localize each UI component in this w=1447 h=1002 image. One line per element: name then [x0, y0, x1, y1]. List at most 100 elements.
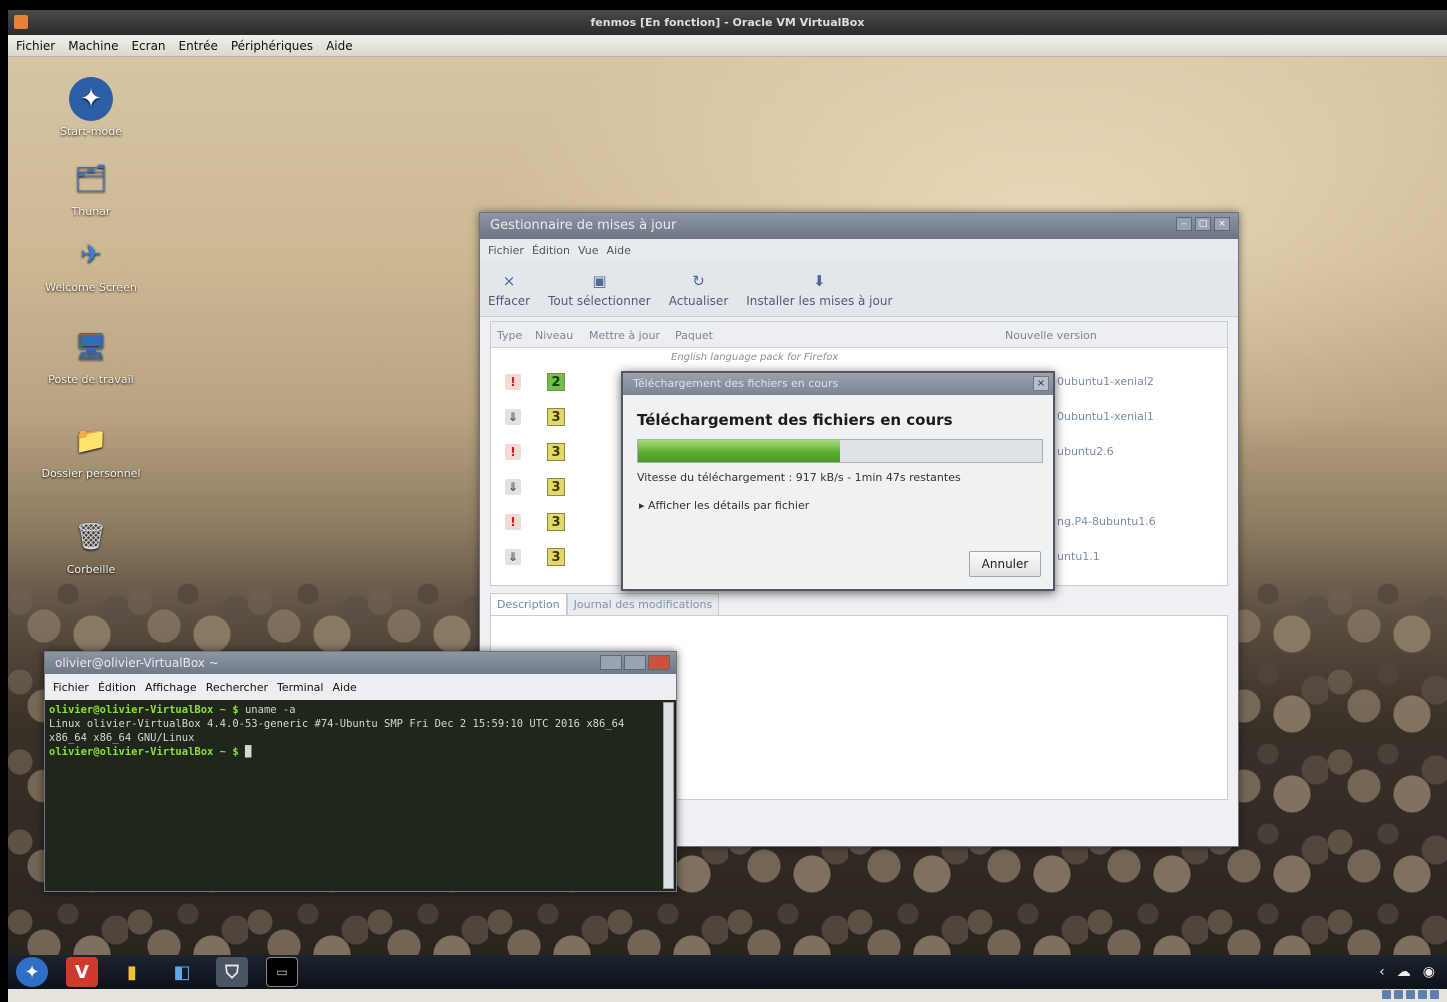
- cloud-icon[interactable]: ☁: [1397, 964, 1411, 980]
- clear-button[interactable]: × Effacer: [488, 272, 530, 308]
- download-dialog: Téléchargement des fichiers en cours × T…: [621, 371, 1055, 591]
- download-progress-fill: [638, 440, 840, 462]
- term-menu-affichage[interactable]: Affichage: [145, 681, 197, 694]
- terminal-titlebar: olivier@olivier-VirtualBox ~: [45, 652, 676, 674]
- desktop-icon-thunar[interactable]: 🗂 Thunar: [36, 157, 146, 218]
- terminal-icon[interactable]: ▭: [266, 957, 298, 987]
- download-dialog-titlebar: Téléchargement des fichiers en cours: [623, 373, 1053, 395]
- close-button[interactable]: ×: [1214, 217, 1230, 231]
- menu-fichier[interactable]: Fichier: [16, 39, 55, 53]
- refresh-button[interactable]: ↻ Actualiser: [669, 272, 729, 308]
- notes-icon[interactable]: ▮: [116, 957, 148, 987]
- upd-menu-fichier[interactable]: Fichier: [488, 244, 524, 257]
- install-icon: ⬇: [813, 272, 826, 290]
- update-manager-menubar: Fichier Édition Vue Aide: [480, 239, 1238, 261]
- hdd-status-icon[interactable]: [1382, 990, 1391, 999]
- show-file-details-expander[interactable]: ▸ Afficher les détails par fichier: [639, 499, 809, 512]
- optical-status-icon[interactable]: [1394, 990, 1403, 999]
- vivaldi-icon[interactable]: V: [66, 957, 98, 987]
- new-version: 0ubuntu1-xenial1: [1057, 410, 1154, 423]
- virtualbox-icon: [14, 15, 28, 29]
- new-version: ubuntu2.6: [1057, 445, 1114, 458]
- security-update-icon: !: [505, 444, 521, 460]
- system-tray: ‹ ☁ ◉: [1379, 955, 1435, 989]
- terminal-cursor: █: [244, 746, 252, 758]
- trash-icon: 🗑: [74, 522, 108, 552]
- vbox-titlebar: fenmos [En fonction] - Oracle VM Virtual…: [8, 10, 1447, 35]
- term-menu-rechercher[interactable]: Rechercher: [206, 681, 268, 694]
- terminal-window: olivier@olivier-VirtualBox ~ Fichier Édi…: [44, 651, 677, 892]
- bugfix-update-icon: ⇓: [505, 479, 521, 495]
- select-all-icon: ▣: [592, 272, 607, 290]
- cancel-button[interactable]: Annuler: [969, 551, 1041, 577]
- new-version: ng.P4-8ubuntu1.6: [1057, 515, 1156, 528]
- col-level[interactable]: Niveau: [535, 329, 573, 342]
- desktop-icon-home[interactable]: 📁 Dossier personnel: [36, 419, 146, 480]
- maximize-button[interactable]: □: [1195, 217, 1211, 231]
- col-new-version[interactable]: Nouvelle version: [1005, 329, 1097, 342]
- shield-icon[interactable]: ⛉: [216, 957, 248, 987]
- term-menu-terminal[interactable]: Terminal: [277, 681, 324, 694]
- download-heading: Téléchargement des fichiers en cours: [637, 411, 953, 429]
- desktop-icon-trash[interactable]: 🗑 Corbeille: [36, 515, 146, 576]
- update-manager-toolbar: × Effacer ▣ Tout sélectionner ↻ Actualis…: [480, 261, 1238, 317]
- menu-ecran[interactable]: Ecran: [131, 39, 165, 53]
- tab-changelog[interactable]: Journal des modifications: [566, 593, 720, 615]
- term-menu-edition[interactable]: Édition: [98, 681, 136, 694]
- store-icon[interactable]: ◧: [166, 957, 198, 987]
- network-status-icon[interactable]: [1406, 990, 1415, 999]
- update-manager-titlebar: Gestionnaire de mises à jour – □ ×: [480, 213, 1238, 239]
- clear-icon: ×: [502, 272, 516, 290]
- vbox-window-title: fenmos [En fonction] - Oracle VM Virtual…: [590, 16, 865, 29]
- terminal-close-button[interactable]: [648, 655, 670, 670]
- new-version: 0ubuntu1-xenial2: [1057, 375, 1154, 388]
- refresh-icon: ↻: [692, 272, 705, 290]
- desktop-icon-computer[interactable]: 🖥 Poste de travail: [36, 325, 146, 386]
- display-status-icon[interactable]: [1430, 990, 1439, 999]
- bugfix-update-icon: ⇓: [505, 549, 521, 565]
- desktop-icon-start[interactable]: ✦ Start-mode: [36, 77, 146, 138]
- dialog-close-button[interactable]: ×: [1033, 376, 1049, 391]
- menu-entree[interactable]: Entrée: [179, 39, 218, 53]
- terminal-command: uname -a: [238, 704, 296, 716]
- term-menu-aide[interactable]: Aide: [332, 681, 356, 694]
- level-badge: 3: [547, 513, 565, 531]
- terminal-scrollbar[interactable]: [663, 702, 674, 889]
- col-package[interactable]: Paquet: [675, 329, 713, 342]
- terminal-prompt: olivier@olivier-VirtualBox ~ $: [49, 704, 239, 716]
- tab-description[interactable]: Description: [490, 593, 567, 615]
- start-icon: ✦: [69, 77, 113, 121]
- computer-icon: 🖥: [74, 332, 108, 362]
- chevron-left-icon[interactable]: ‹: [1379, 964, 1385, 980]
- level-badge: 3: [547, 548, 565, 566]
- level-badge: 3: [547, 443, 565, 461]
- updates-icon[interactable]: ◉: [1423, 964, 1435, 980]
- vbox-menubar: Fichier Machine Ecran Entrée Périphériqu…: [8, 35, 1447, 57]
- menu-aide[interactable]: Aide: [326, 39, 353, 53]
- menu-machine[interactable]: Machine: [68, 39, 118, 53]
- select-all-button[interactable]: ▣ Tout sélectionner: [548, 272, 651, 308]
- download-progress-bar: [637, 439, 1043, 463]
- terminal-output[interactable]: olivier@olivier-VirtualBox ~ $ uname -a …: [49, 703, 660, 759]
- folder-icon: 🗂: [74, 164, 108, 194]
- vbox-statusbar: [8, 989, 1447, 1002]
- terminal-output-line: Linux olivier-VirtualBox 4.4.0-53-generi…: [49, 718, 631, 744]
- package-name: English language pack for Firefox: [671, 352, 839, 363]
- taskbar: ✦ V ▮ ◧ ⛉ ▭ ‹ ☁ ◉: [8, 955, 1447, 989]
- upd-menu-vue[interactable]: Vue: [578, 244, 599, 257]
- install-updates-button[interactable]: ⬇ Installer les mises à jour: [746, 272, 892, 308]
- menu-icon[interactable]: ✦: [16, 957, 48, 987]
- terminal-menubar: Fichier Édition Affichage Rechercher Ter…: [45, 674, 676, 700]
- package-table-header: Type Niveau Mettre à jour Paquet Nouvell…: [491, 322, 1227, 348]
- usb-status-icon[interactable]: [1418, 990, 1427, 999]
- col-update[interactable]: Mettre à jour: [589, 329, 660, 342]
- upd-menu-edition[interactable]: Édition: [532, 244, 570, 257]
- terminal-maximize-button[interactable]: [624, 655, 646, 670]
- minimize-button[interactable]: –: [1176, 217, 1192, 231]
- upd-menu-aide[interactable]: Aide: [607, 244, 631, 257]
- term-menu-fichier[interactable]: Fichier: [53, 681, 89, 694]
- desktop-icon-welcome[interactable]: ✈ Welcome Screen: [36, 233, 146, 294]
- col-type[interactable]: Type: [497, 329, 522, 342]
- terminal-minimize-button[interactable]: [600, 655, 622, 670]
- menu-peripheriques[interactable]: Périphériques: [231, 39, 313, 53]
